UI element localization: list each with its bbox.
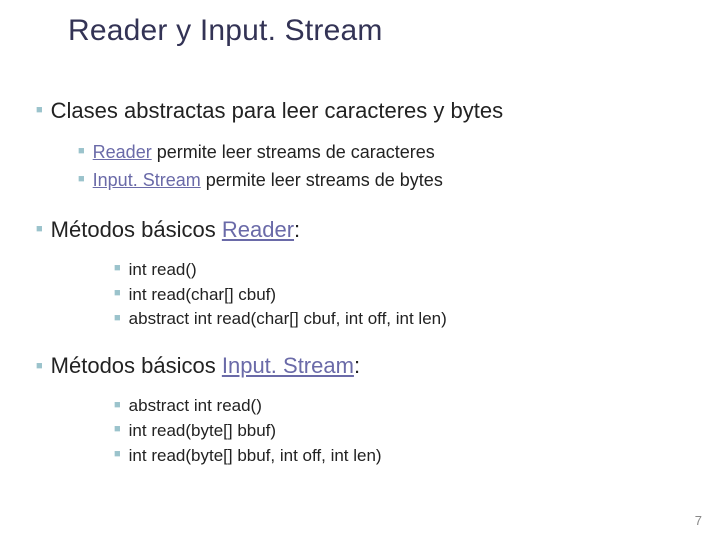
list-item-text: permite leer streams de bytes: [201, 170, 443, 190]
section2-heading: ■ Métodos básicos Reader:: [36, 217, 692, 243]
list-item: ■ abstract int read(): [114, 395, 692, 418]
list-item: ■ Input. Stream permite leer streams de b…: [78, 168, 692, 192]
page-number: 7: [695, 513, 702, 528]
list-item-text: int read(byte[] bbuf, int off, int len): [129, 446, 382, 465]
bullet-icon: ■: [114, 422, 121, 437]
reader-link[interactable]: Reader: [222, 217, 294, 242]
section3-pre: Métodos básicos: [51, 353, 222, 378]
section3-heading: ■ Métodos básicos Input. Stream:: [36, 353, 692, 379]
list-item: ■ Reader permite leer streams de caracter…: [78, 140, 692, 164]
list-item-text: abstract int read(char[] cbuf, int off, …: [129, 309, 447, 328]
list-item-text: int read(byte[] bbuf): [129, 421, 276, 440]
bullet-icon: ■: [114, 398, 121, 413]
list-item: ■ int read(): [114, 259, 692, 282]
inputstream-link[interactable]: Input. Stream: [93, 170, 201, 190]
list-item: ■ int read(byte[] bbuf): [114, 420, 692, 443]
bullet-icon: ■: [78, 172, 85, 187]
bullet-icon: ■: [114, 261, 121, 276]
section2-pre: Métodos básicos: [51, 217, 222, 242]
section3-post: :: [354, 353, 360, 378]
bullet-icon: ■: [36, 360, 43, 372]
bullet-icon: ■: [78, 144, 85, 159]
list-item-text: int read(): [129, 260, 197, 279]
bullet-icon: ■: [114, 447, 121, 462]
list-item: ■ int read(byte[] bbuf, int off, int len): [114, 445, 692, 468]
bullet-icon: ■: [36, 223, 43, 235]
bullet-icon: ■: [114, 311, 121, 326]
section1-heading-text: Clases abstractas para leer caracteres y…: [51, 98, 503, 123]
bullet-icon: ■: [36, 104, 43, 116]
content-area: ■ Clases abstractas para leer caracteres …: [36, 98, 692, 470]
slide: Reader y Input. Stream ■ Clases abstracta…: [0, 0, 720, 540]
list-item-text: abstract int read(): [129, 396, 262, 415]
reader-link[interactable]: Reader: [93, 142, 152, 162]
list-item: ■ abstract int read(char[] cbuf, int off,…: [114, 308, 692, 331]
slide-title: Reader y Input. Stream: [68, 14, 383, 48]
bullet-icon: ■: [114, 286, 121, 301]
list-item-text: permite leer streams de caracteres: [152, 142, 435, 162]
section1-heading: ■ Clases abstractas para leer caracteres …: [36, 98, 692, 124]
section2-post: :: [294, 217, 300, 242]
list-item-text: int read(char[] cbuf): [129, 285, 276, 304]
inputstream-link[interactable]: Input. Stream: [222, 353, 354, 378]
list-item: ■ int read(char[] cbuf): [114, 284, 692, 307]
